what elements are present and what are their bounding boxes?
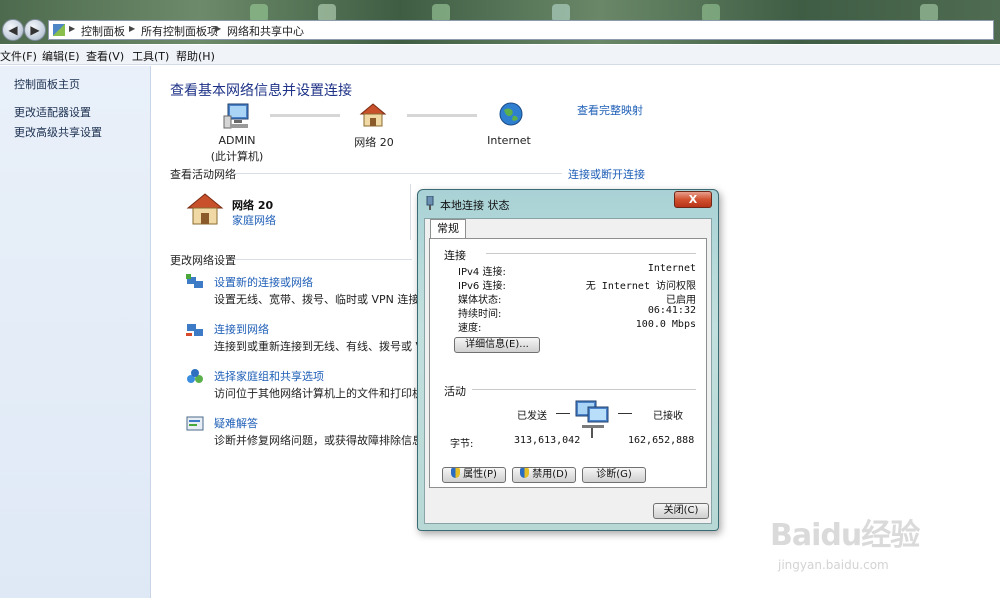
disable-label: 禁用(D) (532, 469, 568, 480)
internet-node-label: Internet (487, 134, 531, 147)
task-setup-connection-link[interactable]: 设置新的连接或网络 (214, 274, 313, 290)
divider (618, 413, 632, 414)
menu-edit[interactable]: 编辑(E) (42, 48, 80, 64)
connector-line (407, 114, 477, 117)
sent-label: 已发送 (517, 411, 547, 422)
network-activity-icon (575, 400, 609, 438)
change-settings-heading: 更改网络设置 (170, 254, 236, 267)
chevron-right-icon: ▶ (215, 24, 222, 33)
ipv6-label: IPv6 连接: (458, 281, 506, 292)
ipv6-value: 无 Internet 访问权限 (585, 281, 696, 292)
media-state-label: 媒体状态: (458, 295, 502, 306)
dialog-close-button[interactable]: X (674, 191, 712, 208)
chevron-right-icon: ▶ (129, 24, 136, 33)
menu-file[interactable]: 文件(F) (0, 48, 37, 64)
task-homegroup-link[interactable]: 选择家庭组和共享选项 (214, 368, 324, 384)
back-button[interactable]: ◀ (2, 19, 24, 41)
divider (556, 413, 570, 414)
disable-button[interactable]: 禁用(D) (512, 467, 576, 483)
sidebar: 控制面板主页 更改适配器设置 更改高级共享设置 (0, 66, 151, 598)
details-button[interactable]: 详细信息(E)... (454, 337, 540, 353)
tab-panel-general: 连接 IPv4 连接: Internet IPv6 连接: 无 Internet… (429, 238, 707, 488)
divider (472, 389, 696, 390)
speed-label: 速度: (458, 323, 482, 334)
active-networks-heading: 查看活动网络 (170, 168, 236, 181)
watermark-url: jingyan.baidu.com (778, 558, 889, 572)
tab-general[interactable]: 常规 (430, 219, 466, 239)
menu-tools[interactable]: 工具(T) (132, 48, 169, 64)
bytes-label: 字节: (450, 439, 474, 450)
task-description: 设置无线、宽带、拨号、临时或 VPN 连接；或设 (214, 293, 418, 306)
bytes-sent-value: 313,613,042 (514, 435, 581, 446)
uac-shield-icon (451, 468, 461, 478)
divider (486, 253, 696, 254)
baidu-watermark: Baidu经验 jingyan.baidu.com (770, 500, 990, 580)
home-network-icon (359, 103, 387, 127)
task-description: 访问位于其他网络计算机上的文件和打印机，或更 (214, 387, 418, 400)
divider (232, 259, 412, 260)
connection-group-heading: 连接 (444, 249, 466, 262)
menu-view[interactable]: 查看(V) (86, 48, 124, 64)
duration-label: 持续时间: (458, 309, 502, 320)
ipv4-value: Internet (647, 263, 696, 274)
received-label: 已接收 (653, 411, 683, 422)
ipv4-label: IPv4 连接: (458, 267, 506, 278)
menu-help[interactable]: 帮助(H) (176, 48, 215, 64)
see-full-map-link[interactable]: 查看完整映射 (577, 102, 643, 118)
homegroup-icon (187, 369, 203, 383)
close-button[interactable]: 关闭(C) (653, 503, 709, 519)
address-bar[interactable]: ▶ 控制面板 ▶ 所有控制面板项 ▶ 网络和共享中心 (48, 20, 994, 40)
new-connection-icon (186, 274, 203, 288)
task-troubleshoot-link[interactable]: 疑难解答 (214, 415, 258, 431)
dialog-title: 本地连接 状态 (440, 199, 510, 212)
computer-name: ADMIN (218, 134, 256, 147)
breadcrumb-item[interactable]: 控制面板 (81, 23, 125, 39)
divider (232, 173, 562, 174)
forward-button[interactable]: ▶ (24, 19, 46, 41)
dialog-body: 常规 连接 IPv4 连接: Internet IPv6 连接: 无 Inter… (424, 218, 712, 524)
duration-value: 06:41:32 (647, 305, 696, 316)
network-adapter-icon (426, 196, 434, 210)
control-panel-icon (53, 24, 65, 36)
window-title-bar: ◀ ▶ ▶ 控制面板 ▶ 所有控制面板项 ▶ 网络和共享中心 (0, 0, 1000, 44)
activity-group-heading: 活动 (444, 385, 466, 398)
connect-disconnect-link[interactable]: 连接或断开连接 (568, 166, 645, 182)
media-state-value: 已启用 (666, 295, 696, 306)
connect-network-icon (186, 324, 203, 336)
sidebar-item-adapter-settings[interactable]: 更改适配器设置 (14, 104, 91, 120)
sidebar-item-home[interactable]: 控制面板主页 (14, 76, 80, 92)
breadcrumb-item[interactable]: 网络和共享中心 (227, 23, 304, 39)
bytes-received-value: 162,652,888 (628, 435, 695, 446)
menu-bar: 文件(F) 编辑(E) 查看(V) 工具(T) 帮助(H) (0, 45, 1000, 65)
properties-button[interactable]: 属性(P) (442, 467, 506, 483)
troubleshoot-icon (186, 416, 204, 431)
uac-shield-icon (520, 468, 530, 478)
task-description: 诊断并修复网络问题，或获得故障排除信息。 (214, 434, 418, 447)
diagnose-button[interactable]: 诊断(G) (582, 467, 646, 483)
network-node-label: 网络 20 (354, 136, 394, 149)
connector-line (270, 114, 340, 117)
active-network-name: 网络 20 (232, 199, 274, 212)
page-title: 查看基本网络信息并设置连接 (170, 83, 352, 99)
computer-subtitle: (此计算机) (210, 150, 264, 163)
breadcrumb-item[interactable]: 所有控制面板项 (141, 23, 218, 39)
local-connection-status-dialog: 本地连接 状态 X 常规 连接 IPv4 连接: Internet IPv6 连… (417, 189, 719, 531)
chevron-right-icon: ▶ (69, 24, 76, 33)
task-description: 连接到或重新连接到无线、有线、拨号或 VPN 网 (214, 340, 418, 353)
speed-value: 100.0 Mbps (635, 319, 696, 330)
task-connect-network-link[interactable]: 连接到网络 (214, 321, 269, 337)
computer-icon (223, 103, 249, 129)
home-network-large-icon (186, 193, 224, 225)
watermark-brand: Baidu经验 (770, 518, 920, 553)
internet-globe-icon (499, 102, 523, 126)
divider (410, 184, 411, 240)
network-type-link[interactable]: 家庭网络 (232, 212, 276, 228)
sidebar-item-advanced-sharing[interactable]: 更改高级共享设置 (14, 124, 102, 140)
properties-label: 属性(P) (463, 469, 497, 480)
